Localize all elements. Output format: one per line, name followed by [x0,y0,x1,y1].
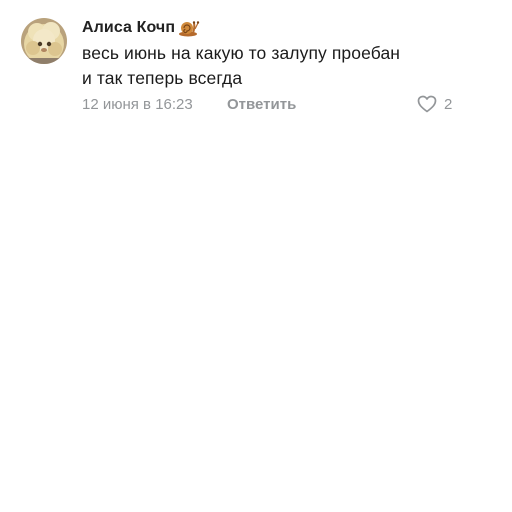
avatar-image [21,18,67,64]
snail-icon [178,19,200,37]
like-button[interactable]: 2 [417,95,452,113]
comment-timestamp[interactable]: 12 июня в 16:23 [82,96,193,113]
comment-text-line: и так теперь всегда [82,68,243,88]
comment-text-line: весь июнь на какую то залупу проебан [82,43,401,63]
comment-meta: 12 июня в 16:23 Ответить 2 [82,96,462,116]
author-row: Алиса Кочп [82,16,462,40]
heart-outline-icon [417,95,437,113]
author-name[interactable]: Алиса Кочп [82,19,175,37]
comment: Алиса Кочп весь июнь на какую то залупу … [21,16,461,126]
comment-text: весь июнь на какую то залупу проебан и т… [82,41,462,91]
reply-button[interactable]: Ответить [227,96,296,113]
like-count: 2 [444,95,453,113]
comment-body: Алиса Кочп весь июнь на какую то залупу … [82,16,462,113]
avatar[interactable] [21,18,67,64]
